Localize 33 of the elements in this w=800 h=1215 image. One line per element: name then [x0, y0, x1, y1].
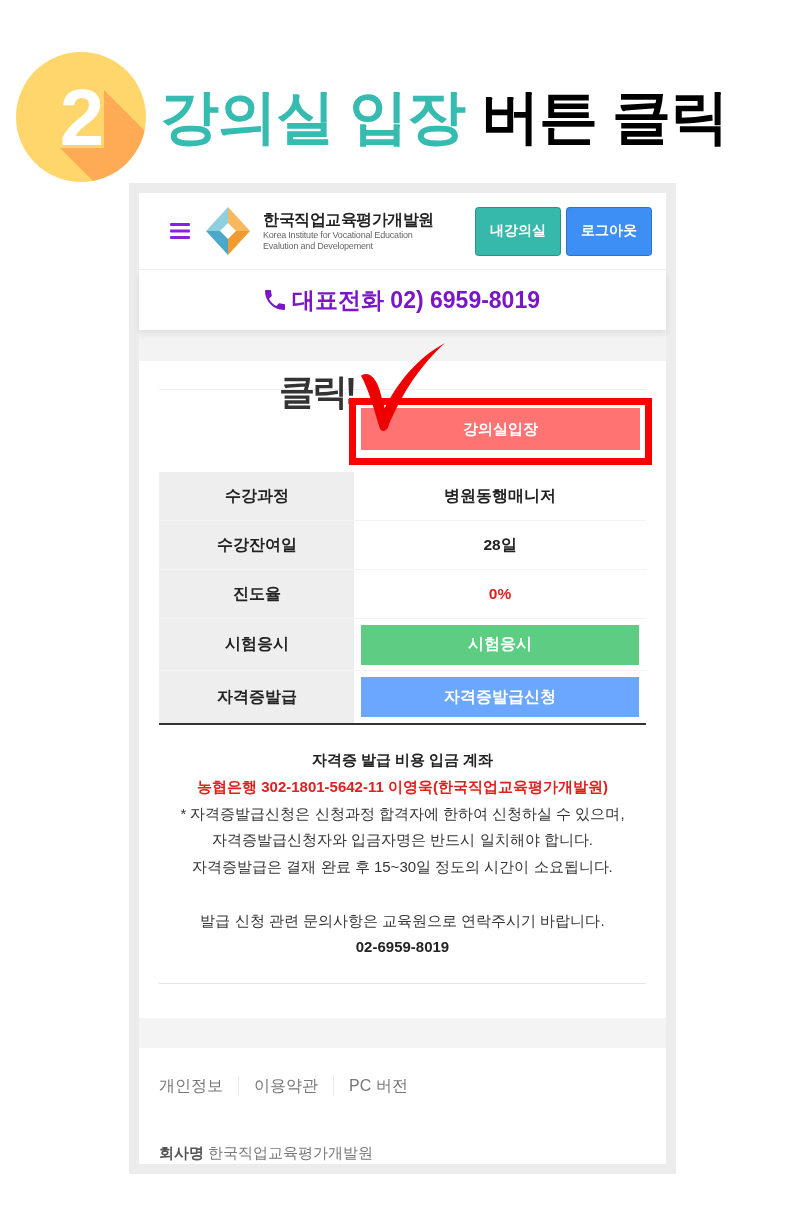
- table-cell: 0%: [488, 585, 512, 603]
- enter-classroom-button[interactable]: 강의실입장: [361, 408, 640, 450]
- footer-link[interactable]: 개인정보: [159, 1076, 223, 1096]
- step-title: 강의실 입장 버튼 클릭: [160, 83, 729, 152]
- table-action-button[interactable]: 시험응시: [361, 624, 639, 665]
- logo-icon[interactable]: [206, 207, 250, 255]
- contact-phone: 02-6959-8019: [355, 937, 450, 958]
- header-button[interactable]: 로그아웃: [566, 206, 652, 256]
- org-subtitle: Korea Institute for Vocational Education: [263, 230, 414, 241]
- company-info: 회사명 한국직업교육평가개발원: [159, 1143, 374, 1163]
- org-subtitle: Evalution and Developement: [263, 241, 374, 252]
- notice-text: 자격증발급은 결재 완료 후 15~30일 정도의 시간이 소요됩니다.: [192, 857, 613, 877]
- row-header-cell: 자격증발급: [159, 671, 354, 723]
- table-cell-text: 28일: [483, 534, 517, 555]
- table-cell-text: 병원동행매니저: [444, 485, 556, 506]
- notice-title: 자격증 발급 비용 입금 계좌: [311, 750, 494, 770]
- phone-icon: [265, 290, 285, 310]
- menu-icon[interactable]: [170, 223, 190, 239]
- contact-text: 발급 신청 관련 문의사항은 교육원으로 연락주시기 바랍니다.: [200, 910, 605, 931]
- footer-link[interactable]: PC 버전: [349, 1076, 408, 1096]
- header-button[interactable]: 내강의실: [475, 206, 561, 256]
- notice-text: * 자격증발급신청은 신청과정 합격자에 한하여 신청하실 수 있으며,: [180, 803, 625, 824]
- click-label: 클릭!: [279, 370, 354, 414]
- notice-text: 자격증발급신청자와 입금자명은 반드시 일치해야 합니다.: [212, 830, 593, 851]
- row-header-cell: 수강과정: [159, 472, 354, 520]
- bank-account: 농협은행 302-1801-5642-11 이영욱(한국직업교육평가개발원): [197, 776, 608, 797]
- footer-link[interactable]: 이용약관: [254, 1076, 318, 1096]
- row-header-cell: 시험응시: [159, 619, 354, 670]
- table-action-button[interactable]: 자격증발급신청: [361, 677, 639, 717]
- row-header-cell: 진도율: [159, 570, 354, 618]
- org-name: 한국직업교육평가개발원: [263, 210, 434, 230]
- row-header-cell: 수강잔여일: [159, 521, 354, 569]
- phone-number[interactable]: 대표전화 02) 6959-8019: [292, 284, 540, 316]
